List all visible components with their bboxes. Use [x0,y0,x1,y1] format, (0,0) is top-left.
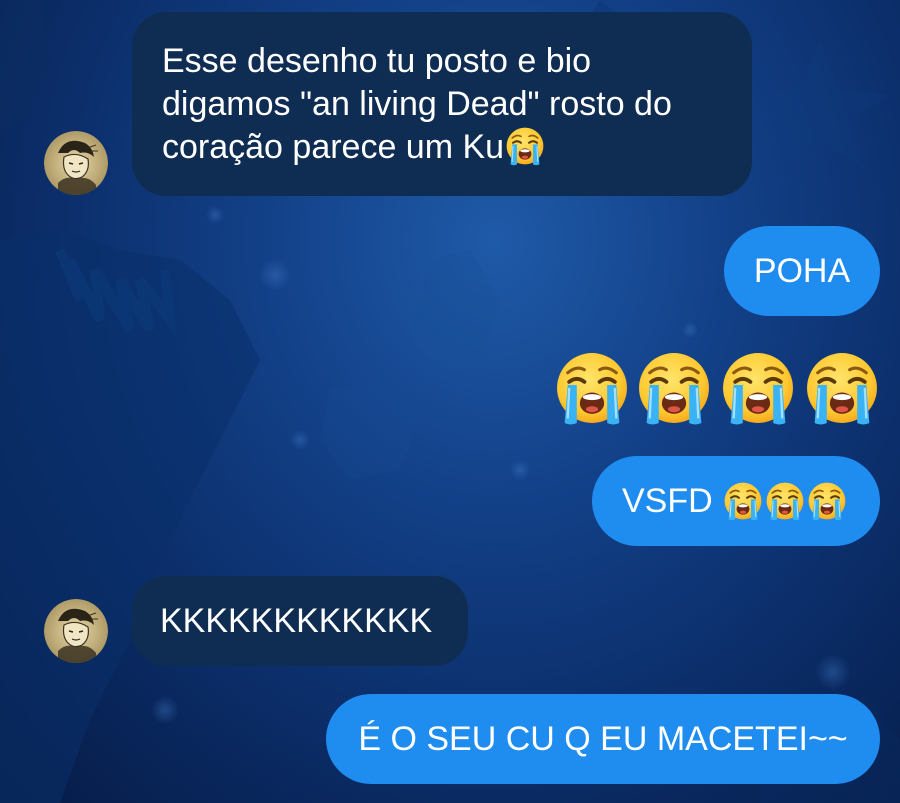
sketch-portrait-avatar-icon [44,599,108,663]
message-emoji-only[interactable] [554,350,880,424]
loudly-crying-face-icon [765,481,805,521]
loudly-crying-face-icon [636,350,712,426]
avatar[interactable] [44,131,108,195]
message-text-line: digamos "an living Dead" rosto do [162,85,672,123]
message-text: POHA [753,251,851,290]
avatar[interactable] [44,599,108,663]
message-text-line: coração parece um Ku [162,126,722,169]
message-bubble-incoming[interactable]: KKKKKKKKKKKK [132,576,468,666]
message-bubble-outgoing[interactable]: POHA [724,226,880,316]
loudly-crying-face-icon [720,350,796,426]
message-text: É O SEU CU Q EU MACETEI~~ [358,719,848,758]
message-bubble-incoming[interactable]: Esse desenho tu posto e bio digamos "an … [132,12,752,196]
loudly-crying-face-icon [723,481,763,521]
message-bubble-outgoing[interactable]: É O SEU CU Q EU MACETEI~~ [326,694,880,784]
message-bubble-outgoing[interactable]: VSFD [592,456,880,546]
message-text: coração parece um Ku [162,128,505,166]
loudly-crying-face-icon [554,350,630,426]
loudly-crying-face-icon [807,481,847,521]
message-text: VSFD [622,481,713,520]
message-text: KKKKKKKKKKKK [160,601,433,640]
loudly-crying-face-icon [804,350,880,426]
loudly-crying-face-icon [505,126,545,166]
message-text-line: Esse desenho tu posto e bio [162,42,592,80]
sketch-portrait-avatar-icon [44,131,108,195]
